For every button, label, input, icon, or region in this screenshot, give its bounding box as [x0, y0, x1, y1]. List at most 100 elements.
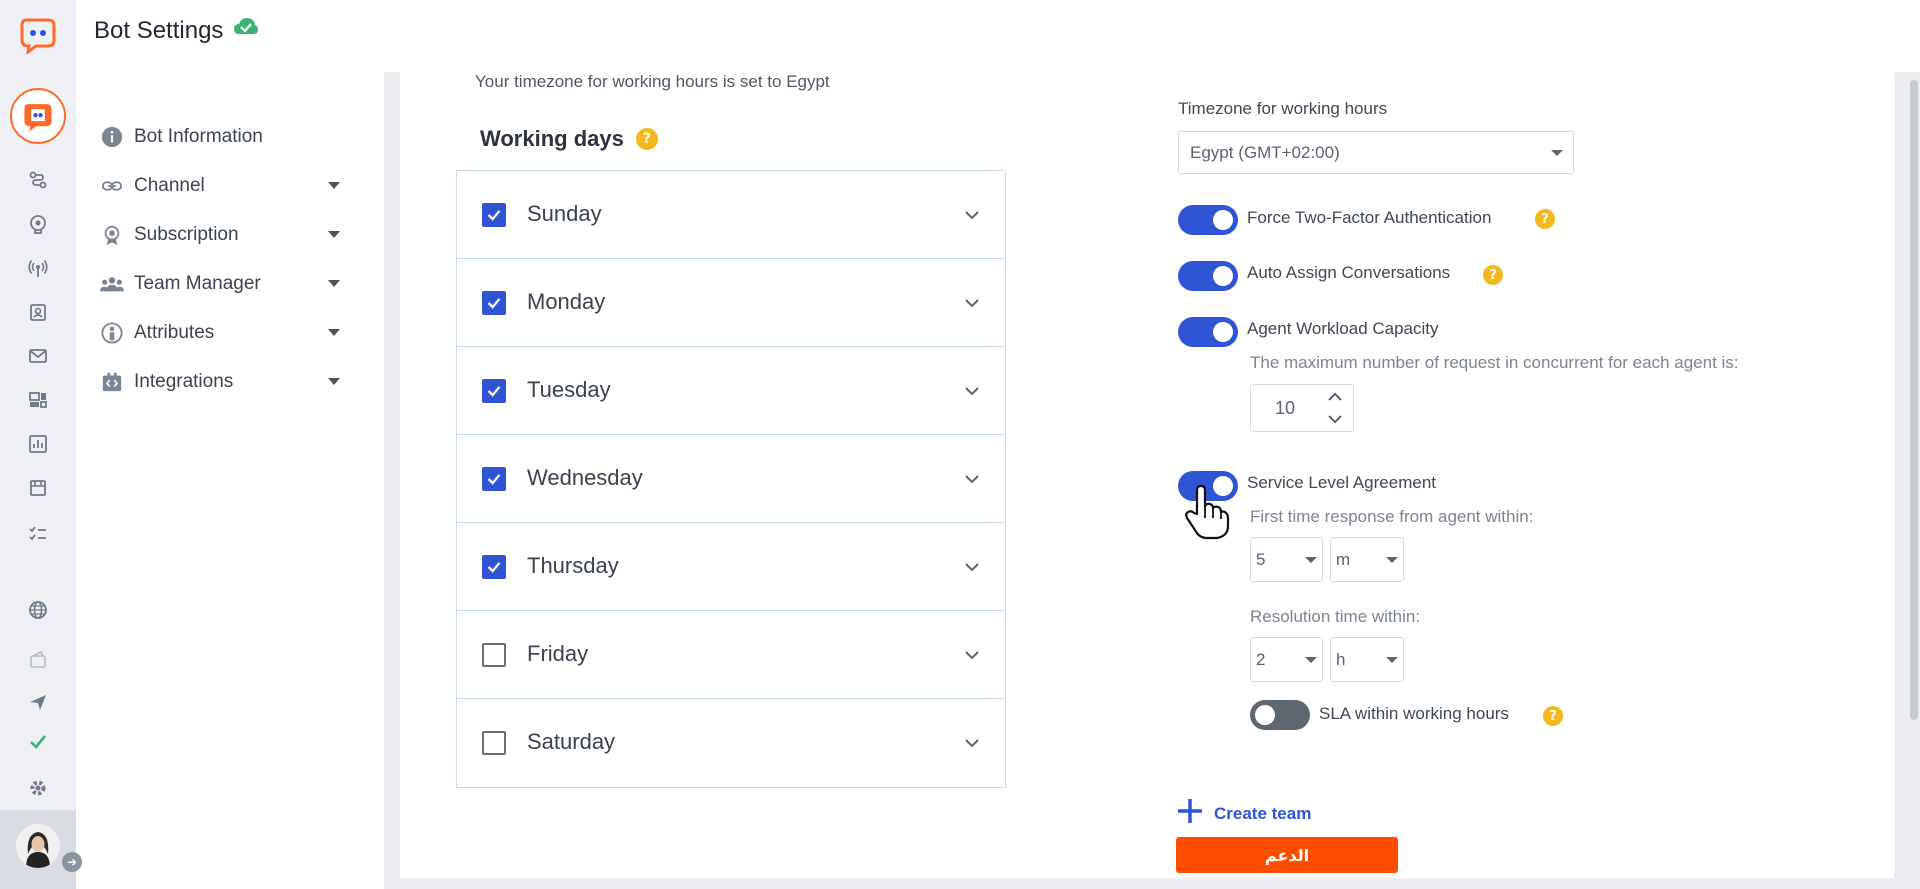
resolution-label: Resolution time within:	[1250, 607, 1421, 626]
auto-assign-toggle[interactable]	[1178, 261, 1238, 291]
resolution-unit: h	[1336, 649, 1346, 669]
help-icon[interactable]: ?	[1543, 706, 1563, 726]
globe-icon[interactable]	[26, 598, 50, 622]
support-button[interactable]: الدعم	[1176, 837, 1398, 873]
day-row-saturday[interactable]: Saturday	[457, 699, 1005, 787]
timezone-label: Timezone for working hours	[1178, 99, 1388, 118]
badge-icon	[100, 223, 124, 247]
resolution-value-select[interactable]: 2	[1250, 637, 1323, 682]
timezone-note: Your timezone for working hours is set t…	[475, 72, 830, 91]
help-icon[interactable]: ?	[1483, 265, 1503, 285]
dropdown-arrow-icon	[1305, 557, 1317, 563]
chevron-down-icon[interactable]	[962, 469, 982, 489]
info-icon	[100, 125, 124, 149]
dropdown-arrow-icon	[1305, 657, 1317, 663]
day-row-friday[interactable]: Friday	[457, 611, 1005, 699]
chevron-down-icon[interactable]	[962, 645, 982, 665]
page-title: Bot Settings	[94, 16, 259, 45]
chevron-down-icon[interactable]	[962, 733, 982, 753]
person-icon	[100, 321, 124, 345]
cloud-check-icon	[233, 16, 259, 45]
chevron-down-icon[interactable]	[962, 381, 982, 401]
icon-rail: ➜	[0, 0, 82, 889]
sidebar-item-integrations[interactable]: Integrations	[100, 357, 350, 406]
workload-toggle[interactable]	[1178, 317, 1238, 347]
workload-description: The maximum number of request in concurr…	[1250, 353, 1739, 372]
day-row-thursday[interactable]: Thursday	[457, 523, 1005, 611]
day-checkbox[interactable]	[482, 555, 506, 579]
caret-down-icon[interactable]	[328, 329, 340, 336]
force-2fa-toggle[interactable]	[1178, 205, 1238, 235]
tasks-icon[interactable]	[26, 522, 50, 546]
day-checkbox[interactable]	[482, 291, 506, 315]
sidebar-item-attributes[interactable]: Attributes	[100, 308, 350, 357]
workload-stepper[interactable]: 10	[1250, 384, 1354, 432]
caret-down-icon[interactable]	[328, 280, 340, 287]
broadcast-icon[interactable]	[26, 256, 50, 280]
sla-working-hours-label: SLA within working hours	[1319, 704, 1509, 723]
bot-avatar[interactable]	[10, 88, 66, 144]
workload-value: 10	[1275, 398, 1296, 418]
caret-down-icon[interactable]	[328, 378, 340, 385]
sidebar-item-bot-information[interactable]: Bot Information	[100, 112, 350, 161]
sidebar-item-subscription[interactable]: Subscription	[100, 210, 350, 259]
scrollbar[interactable]	[1910, 80, 1918, 720]
dropdown-arrow-icon	[1386, 557, 1398, 563]
first-response-value-select[interactable]: 5	[1250, 537, 1323, 582]
expand-arrow-icon[interactable]: ➜	[62, 852, 82, 872]
resolution-unit-select[interactable]: h	[1330, 637, 1404, 682]
gear-icon[interactable]	[26, 776, 50, 800]
sla-working-hours-toggle[interactable]	[1250, 700, 1310, 730]
user-avatar[interactable]	[16, 824, 60, 868]
day-checkbox[interactable]	[482, 731, 506, 755]
user-menu[interactable]: ➜	[0, 810, 82, 889]
check-icon[interactable]	[26, 730, 50, 754]
chevron-down-icon[interactable]	[962, 205, 982, 225]
day-row-wednesday[interactable]: Wednesday	[457, 435, 1005, 523]
caret-down-icon[interactable]	[328, 231, 340, 238]
create-team-label: Create team	[1214, 803, 1312, 823]
day-row-tuesday[interactable]: Tuesday	[457, 347, 1005, 435]
first-response-unit-select[interactable]: m	[1330, 537, 1404, 582]
day-checkbox[interactable]	[482, 643, 506, 667]
plus-icon	[1176, 797, 1204, 830]
workload-label: Agent Workload Capacity	[1247, 319, 1439, 338]
day-label: Saturday	[527, 729, 616, 754]
working-days-list: Sunday Monday Tuesday Wednesday Thursday…	[456, 170, 1006, 788]
store-icon[interactable]	[26, 476, 50, 500]
auto-assign-label: Auto Assign Conversations	[1247, 263, 1451, 282]
app-logo-icon[interactable]	[18, 14, 58, 56]
help-icon[interactable]: ?	[635, 128, 658, 150]
brain-icon[interactable]	[26, 212, 50, 236]
day-checkbox[interactable]	[482, 379, 506, 403]
sidebar-item-channel[interactable]: Channel	[100, 161, 350, 210]
send-icon[interactable]	[26, 690, 50, 714]
day-checkbox[interactable]	[482, 203, 506, 227]
create-team-button[interactable]: Create team	[1176, 797, 1311, 830]
day-label: Monday	[527, 289, 606, 314]
mail-icon[interactable]	[26, 344, 50, 368]
resolution-value: 2	[1256, 649, 1266, 669]
first-response-unit: m	[1336, 549, 1351, 569]
chevron-down-icon[interactable]	[1325, 411, 1345, 427]
day-label: Tuesday	[527, 377, 611, 402]
contacts-icon[interactable]	[26, 300, 50, 324]
chevron-up-icon[interactable]	[1325, 389, 1345, 405]
working-days-title: Working days ?	[480, 126, 658, 152]
workflow-icon[interactable]	[26, 168, 50, 192]
sidebar-item-team-manager[interactable]: Team Manager	[100, 259, 350, 308]
chevron-down-icon[interactable]	[962, 293, 982, 313]
chevron-down-icon[interactable]	[962, 557, 982, 577]
help-icon[interactable]: ?	[1535, 209, 1555, 229]
timezone-select-value: Egypt (GMT+02:00)	[1190, 142, 1340, 162]
analytics-icon[interactable]	[26, 432, 50, 456]
day-row-monday[interactable]: Monday	[457, 259, 1005, 347]
day-row-sunday[interactable]: Sunday	[457, 171, 1005, 259]
settings-sidebar: Bot Information Channel Subscription Tea…	[100, 112, 350, 406]
templates-icon[interactable]	[26, 388, 50, 412]
day-checkbox[interactable]	[482, 467, 506, 491]
caret-down-icon[interactable]	[328, 182, 340, 189]
timezone-select[interactable]: Egypt (GMT+02:00)	[1178, 131, 1574, 174]
first-response-value: 5	[1256, 549, 1266, 569]
wallet-icon[interactable]	[26, 648, 50, 672]
